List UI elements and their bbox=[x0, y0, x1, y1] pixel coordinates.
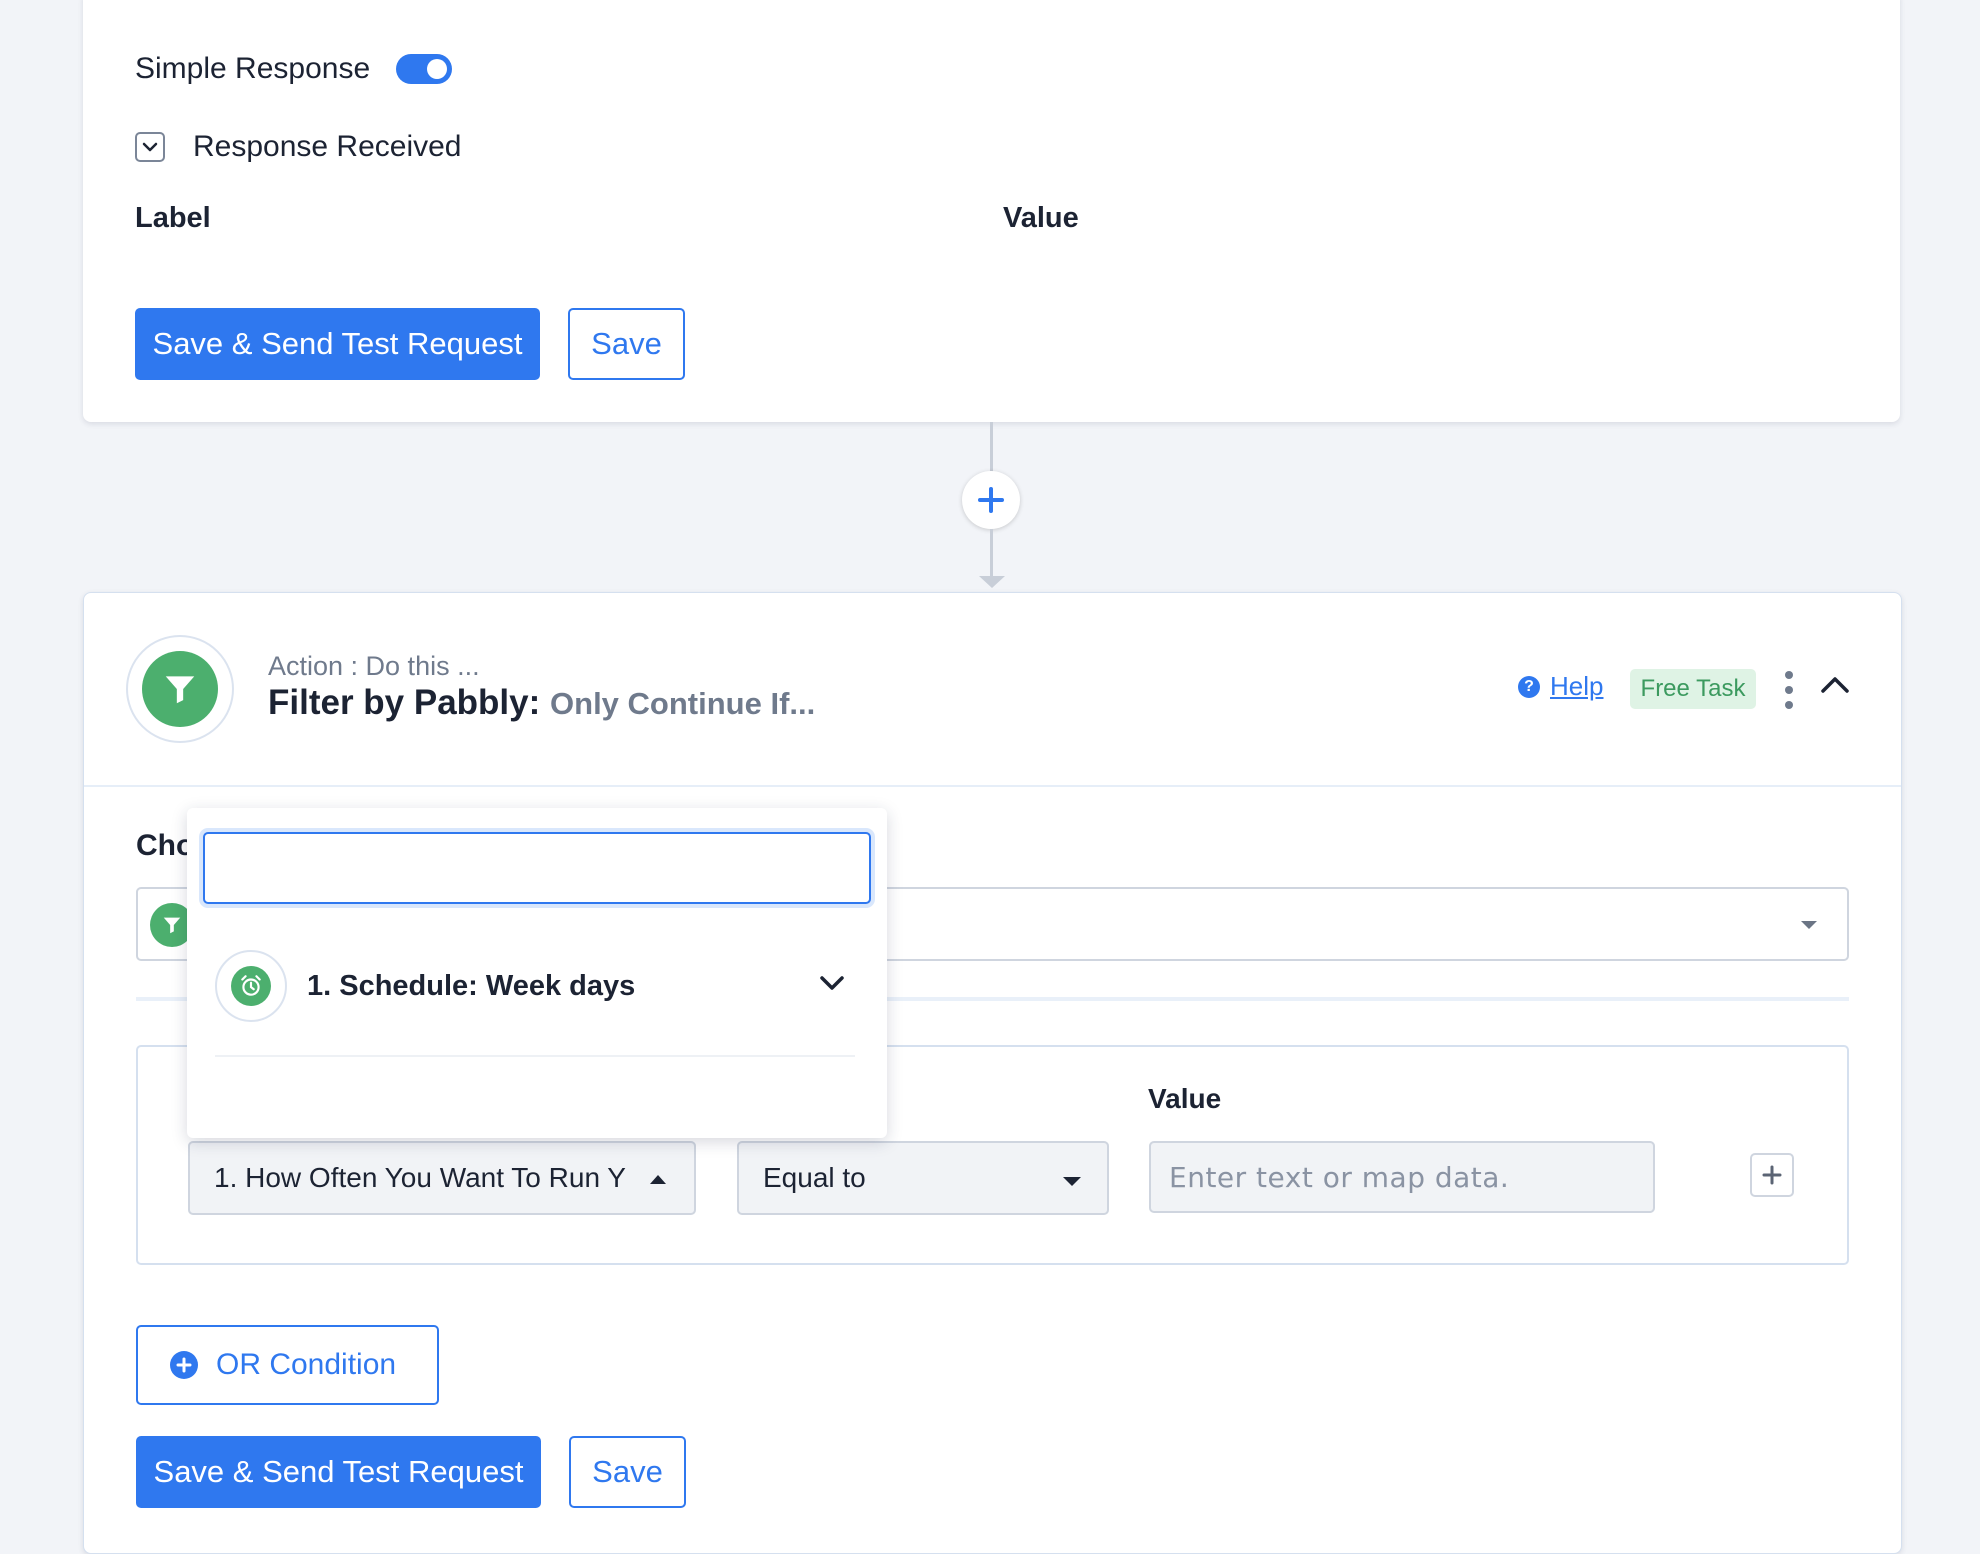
save-send-test-button-2[interactable]: Save & Send Test Request bbox=[136, 1436, 541, 1508]
chevron-down-icon[interactable] bbox=[135, 132, 165, 162]
question-circle-icon: ? bbox=[1518, 675, 1540, 698]
add-and-condition-button[interactable] bbox=[1750, 1153, 1794, 1197]
field-select-value: 1. How Often You Want To Run Y bbox=[214, 1162, 626, 1193]
filter-icon bbox=[165, 676, 195, 704]
free-task-badge: Free Task bbox=[1630, 669, 1756, 709]
dropdown-search-input[interactable] bbox=[203, 832, 871, 904]
choose-label: Cho bbox=[136, 829, 195, 862]
caret-up-icon bbox=[650, 1175, 666, 1184]
value-column-header: Value bbox=[1003, 202, 1079, 234]
field-select[interactable]: 1. How Often You Want To Run Y bbox=[188, 1141, 696, 1215]
plus-icon bbox=[1762, 1165, 1782, 1185]
toggle-knob bbox=[427, 59, 448, 79]
or-condition-button[interactable]: OR Condition bbox=[136, 1325, 439, 1405]
simple-response-toggle[interactable] bbox=[396, 54, 453, 84]
alarm-clock-icon bbox=[241, 975, 261, 996]
app-logo bbox=[126, 635, 234, 743]
value-label: Value bbox=[1148, 1083, 1222, 1114]
action-event-name: Only Continue If... bbox=[550, 686, 816, 721]
dropdown-option-schedule[interactable]: 1. Schedule: Week days bbox=[215, 950, 855, 1022]
action-subtitle: Action : Do this ... bbox=[268, 651, 480, 681]
save-button[interactable]: Save bbox=[568, 308, 685, 380]
plus-icon bbox=[978, 487, 1004, 513]
help-link[interactable]: ? Help bbox=[1518, 671, 1603, 702]
schedule-app-logo bbox=[215, 950, 287, 1022]
field-dropdown: 1. Schedule: Week days bbox=[187, 808, 887, 1138]
kebab-icon[interactable] bbox=[1782, 671, 1796, 709]
simple-response-label: Simple Response bbox=[135, 52, 371, 85]
response-received-row[interactable]: Response Received bbox=[135, 130, 462, 164]
chevron-up-icon[interactable] bbox=[1820, 675, 1850, 700]
connector-line-bottom bbox=[990, 529, 993, 577]
header-divider bbox=[84, 785, 1901, 787]
response-received-label: Response Received bbox=[193, 130, 462, 163]
operator-select-value: Equal to bbox=[763, 1162, 866, 1193]
plus-circle-icon bbox=[170, 1351, 198, 1379]
save-send-test-button[interactable]: Save & Send Test Request bbox=[135, 308, 540, 380]
add-step-button[interactable] bbox=[962, 471, 1020, 529]
value-input[interactable] bbox=[1149, 1141, 1655, 1213]
action-title: Filter by Pabbly: Only Continue If... bbox=[268, 683, 815, 723]
response-card: Simple Response Response Received Label … bbox=[83, 0, 1900, 422]
save-button-2[interactable]: Save bbox=[569, 1436, 686, 1508]
caret-down-icon bbox=[1063, 1177, 1081, 1186]
operator-select[interactable]: Equal to bbox=[737, 1141, 1109, 1215]
action-app-name: Filter by Pabbly: bbox=[268, 683, 541, 722]
chevron-down-icon[interactable] bbox=[819, 974, 845, 997]
connector-line-top bbox=[990, 422, 993, 472]
caret-down-icon bbox=[1801, 921, 1817, 929]
or-condition-label: OR Condition bbox=[216, 1348, 397, 1381]
dropdown-divider bbox=[215, 1055, 855, 1057]
connector-arrow bbox=[979, 576, 1005, 588]
label-column-header: Label bbox=[135, 202, 211, 234]
help-label: Help bbox=[1550, 671, 1604, 701]
dropdown-option-label: 1. Schedule: Week days bbox=[307, 969, 636, 1002]
simple-response-row: Simple Response bbox=[135, 52, 453, 86]
